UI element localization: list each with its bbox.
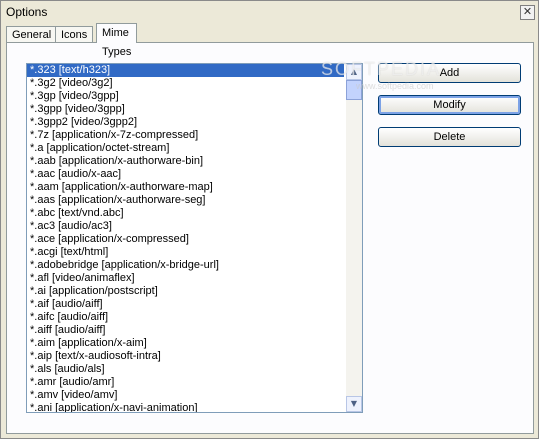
watermark-logo: SOFTPEDIA: [321, 59, 442, 79]
list-item[interactable]: *.aab [application/x-authorware-bin]: [27, 155, 344, 168]
list-item[interactable]: *.3gpp [video/3gpp]: [27, 103, 344, 116]
list-item[interactable]: *.aac [audio/x-aac]: [27, 168, 344, 181]
delete-button[interactable]: Delete: [378, 127, 521, 147]
list-item[interactable]: *.abc [text/vnd.abc]: [27, 207, 344, 220]
list-scrollbar[interactable]: ▲ ▼: [346, 64, 362, 412]
list-item[interactable]: *.aam [application/x-authorware-map]: [27, 181, 344, 194]
watermark-url: www.softpedia.com: [356, 81, 434, 91]
list-item[interactable]: *.ace [application/x-compressed]: [27, 233, 344, 246]
scroll-down-button[interactable]: ▼: [346, 396, 362, 412]
list-item[interactable]: *.adobebridge [application/x-bridge-url]: [27, 259, 344, 272]
mime-types-panel: *.323 [text/h323] *.3g2 [video/3g2] *.3gp …: [6, 42, 534, 434]
window-title: Options: [6, 5, 48, 19]
list-item[interactable]: *.aif [audio/aiff]: [27, 298, 344, 311]
list-item[interactable]: *.aiff [audio/aiff]: [27, 324, 344, 337]
list-item[interactable]: *.aim [application/x-aim]: [27, 337, 344, 350]
list-item[interactable]: *.ani [application/x-navi-animation]: [27, 402, 344, 412]
list-item[interactable]: *.3gp [video/3gpp]: [27, 90, 344, 103]
list-item[interactable]: *.7z [application/x-7z-compressed]: [27, 129, 344, 142]
list-item[interactable]: *.323 [text/h323]: [27, 64, 344, 77]
mime-type-items: *.323 [text/h323] *.3g2 [video/3g2] *.3gp …: [27, 64, 344, 412]
list-item[interactable]: *.3g2 [video/3g2]: [27, 77, 344, 90]
list-item[interactable]: *.als [audio/als]: [27, 363, 344, 376]
list-item[interactable]: *.a [application/octet-stream]: [27, 142, 344, 155]
tab-general[interactable]: General: [6, 26, 58, 43]
list-item[interactable]: *.aas [application/x-authorware-seg]: [27, 194, 344, 207]
modify-button[interactable]: Modify: [378, 95, 521, 115]
options-window: Options ✕ General Icons Mime Types *.323…: [0, 0, 539, 439]
list-item[interactable]: *.amr [audio/amr]: [27, 376, 344, 389]
list-item[interactable]: *.aip [text/x-audiosoft-intra]: [27, 350, 344, 363]
list-item[interactable]: *.acgi [text/html]: [27, 246, 344, 259]
tab-mime-types[interactable]: Mime Types: [96, 23, 138, 58]
list-item[interactable]: *.ac3 [audio/ac3]: [27, 220, 344, 233]
list-item[interactable]: *.ai [application/postscript]: [27, 285, 344, 298]
tab-icons[interactable]: Icons: [55, 26, 94, 43]
mime-type-list[interactable]: *.323 [text/h323] *.3g2 [video/3g2] *.3gp …: [26, 63, 363, 413]
list-item[interactable]: *.afl [video/animaflex]: [27, 272, 344, 285]
close-icon: ✕: [522, 5, 533, 18]
list-item[interactable]: *.aifc [audio/aiff]: [27, 311, 344, 324]
list-item[interactable]: *.amv [video/amv]: [27, 389, 344, 402]
list-item[interactable]: *.3gpp2 [video/3gpp2]: [27, 116, 344, 129]
close-button[interactable]: ✕: [520, 5, 535, 20]
title-bar: Options ✕: [1, 1, 538, 23]
chevron-down-icon: ▼: [350, 399, 358, 408]
